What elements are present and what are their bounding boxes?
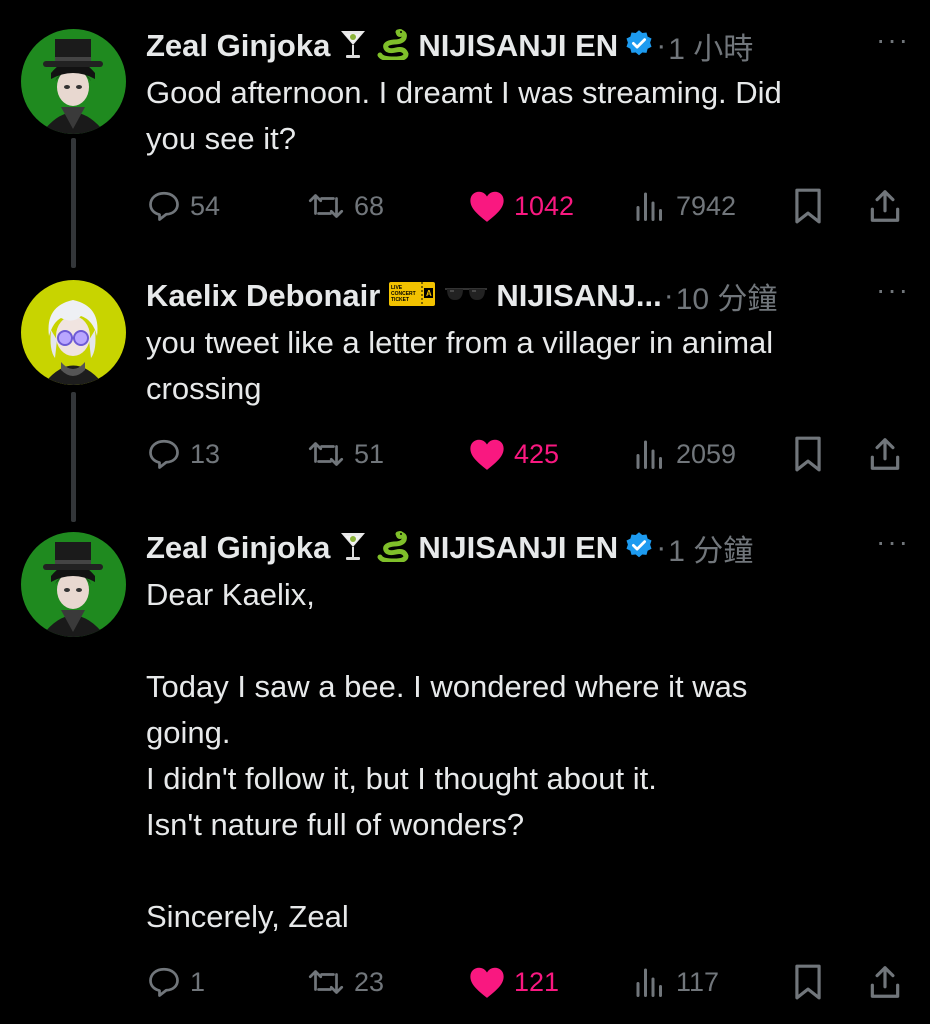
retweet-button[interactable]: 51 [306,432,384,476]
timestamp[interactable]: 10 分鐘 [676,283,778,316]
heart-icon [470,967,504,998]
display-name[interactable]: Zeal Ginjoka [146,28,330,63]
bookmark-button[interactable] [792,960,832,1004]
share-button[interactable] [866,432,912,476]
avatar[interactable] [21,280,126,385]
affiliation-label[interactable]: NIJISANJI EN [418,530,618,565]
heart-icon [470,191,504,222]
views-count: 7942 [676,190,737,221]
more-options-icon[interactable]: ··· [876,24,910,56]
like-button[interactable]: 425 [468,432,559,476]
bookmark-icon [795,188,821,224]
display-name[interactable]: Zeal Ginjoka [146,530,330,565]
tweet-2[interactable]: Kaelix Debonair LIVE CONCERT TICKET A NIJIS… [146,274,916,476]
action-bar: 54 68 1042 7942 [146,184,916,228]
verified-badge-icon [624,29,654,64]
bookmark-icon [795,436,821,472]
views-button[interactable]: 2059 [632,432,736,476]
avatar[interactable] [21,29,126,134]
tweet-header: Zeal Ginjoka NIJISANJI EN ·1 小時 ··· [146,24,910,66]
retweet-button[interactable]: 23 [306,960,384,1004]
reply-icon [149,967,179,997]
tweet-1[interactable]: Zeal Ginjoka NIJISANJI EN ·1 小時 ··· Good… [146,24,916,228]
views-icon [636,440,662,469]
like-count: 425 [514,438,560,469]
retweet-icon [308,194,344,218]
avatar[interactable] [21,532,126,637]
share-icon [870,190,900,222]
reply-count: 13 [190,438,221,469]
snake-icon [376,530,410,567]
tweet-header: Zeal Ginjoka NIJISANJI EN ·1 分鐘 ··· [146,526,910,568]
affiliation-label[interactable]: NIJISANJ... [496,278,661,313]
share-icon [870,966,900,998]
cocktail-glass-icon [338,28,368,65]
like-count: 1042 [514,190,575,221]
bookmark-icon [795,964,821,1000]
like-count: 121 [514,966,560,997]
reply-count: 1 [190,966,206,997]
retweet-count: 51 [354,438,385,469]
tweet-3[interactable]: Zeal Ginjoka NIJISANJI EN ·1 分鐘 ··· Dear… [146,526,916,1004]
bookmark-button[interactable] [792,432,832,476]
concert-ticket-icon: LIVE CONCERT TICKET A [388,280,436,313]
more-options-icon[interactable]: ··· [876,274,910,306]
action-bar: 13 51 425 2059 [146,432,916,476]
share-button[interactable] [866,960,912,1004]
retweet-count: 68 [354,190,385,221]
bookmark-button[interactable] [792,184,832,228]
retweet-icon [308,442,344,466]
timestamp[interactable]: 1 小時 [668,33,753,66]
views-icon [636,192,662,221]
reply-icon [149,439,179,469]
timestamp[interactable]: 1 分鐘 [668,535,753,568]
like-button[interactable]: 1042 [468,184,574,228]
reply-count: 54 [190,190,221,221]
svg-text:TICKET: TICKET [391,297,409,303]
tweet-text: Good afternoon. I dreamt I was streaming… [146,75,782,156]
views-count: 117 [676,966,720,997]
share-button[interactable] [866,184,912,228]
views-button[interactable]: 7942 [632,184,736,228]
tweet-text: Dear Kaelix, Today I saw a bee. I wonder… [146,577,748,934]
reply-button[interactable]: 13 [146,432,220,476]
tweet-text: you tweet like a letter from a villager … [146,325,774,406]
more-options-icon[interactable]: ··· [876,526,910,558]
reply-button[interactable]: 54 [146,184,220,228]
verified-badge-icon [624,531,654,566]
svg-text:A: A [426,289,432,298]
views-button[interactable]: 117 [632,960,719,1004]
affiliation-label[interactable]: NIJISANJI EN [418,28,618,63]
action-bar: 1 23 121 117 [146,960,916,1004]
heart-icon [470,439,504,470]
like-button[interactable]: 121 [468,960,559,1004]
display-name[interactable]: Kaelix Debonair [146,278,380,313]
retweet-count: 23 [354,966,385,997]
reply-icon [149,191,179,221]
share-icon [870,438,900,470]
sunglasses-icon [444,282,488,311]
views-count: 2059 [676,438,737,469]
retweet-icon [308,970,344,994]
snake-icon [376,28,410,65]
tweet-header: Kaelix Debonair LIVE CONCERT TICKET A NIJIS… [146,274,910,316]
retweet-button[interactable]: 68 [306,184,384,228]
cocktail-glass-icon [338,530,368,567]
thread-connector-1 [71,138,76,268]
reply-button[interactable]: 1 [146,960,205,1004]
views-icon [636,968,662,997]
thread-connector-2 [71,392,76,522]
